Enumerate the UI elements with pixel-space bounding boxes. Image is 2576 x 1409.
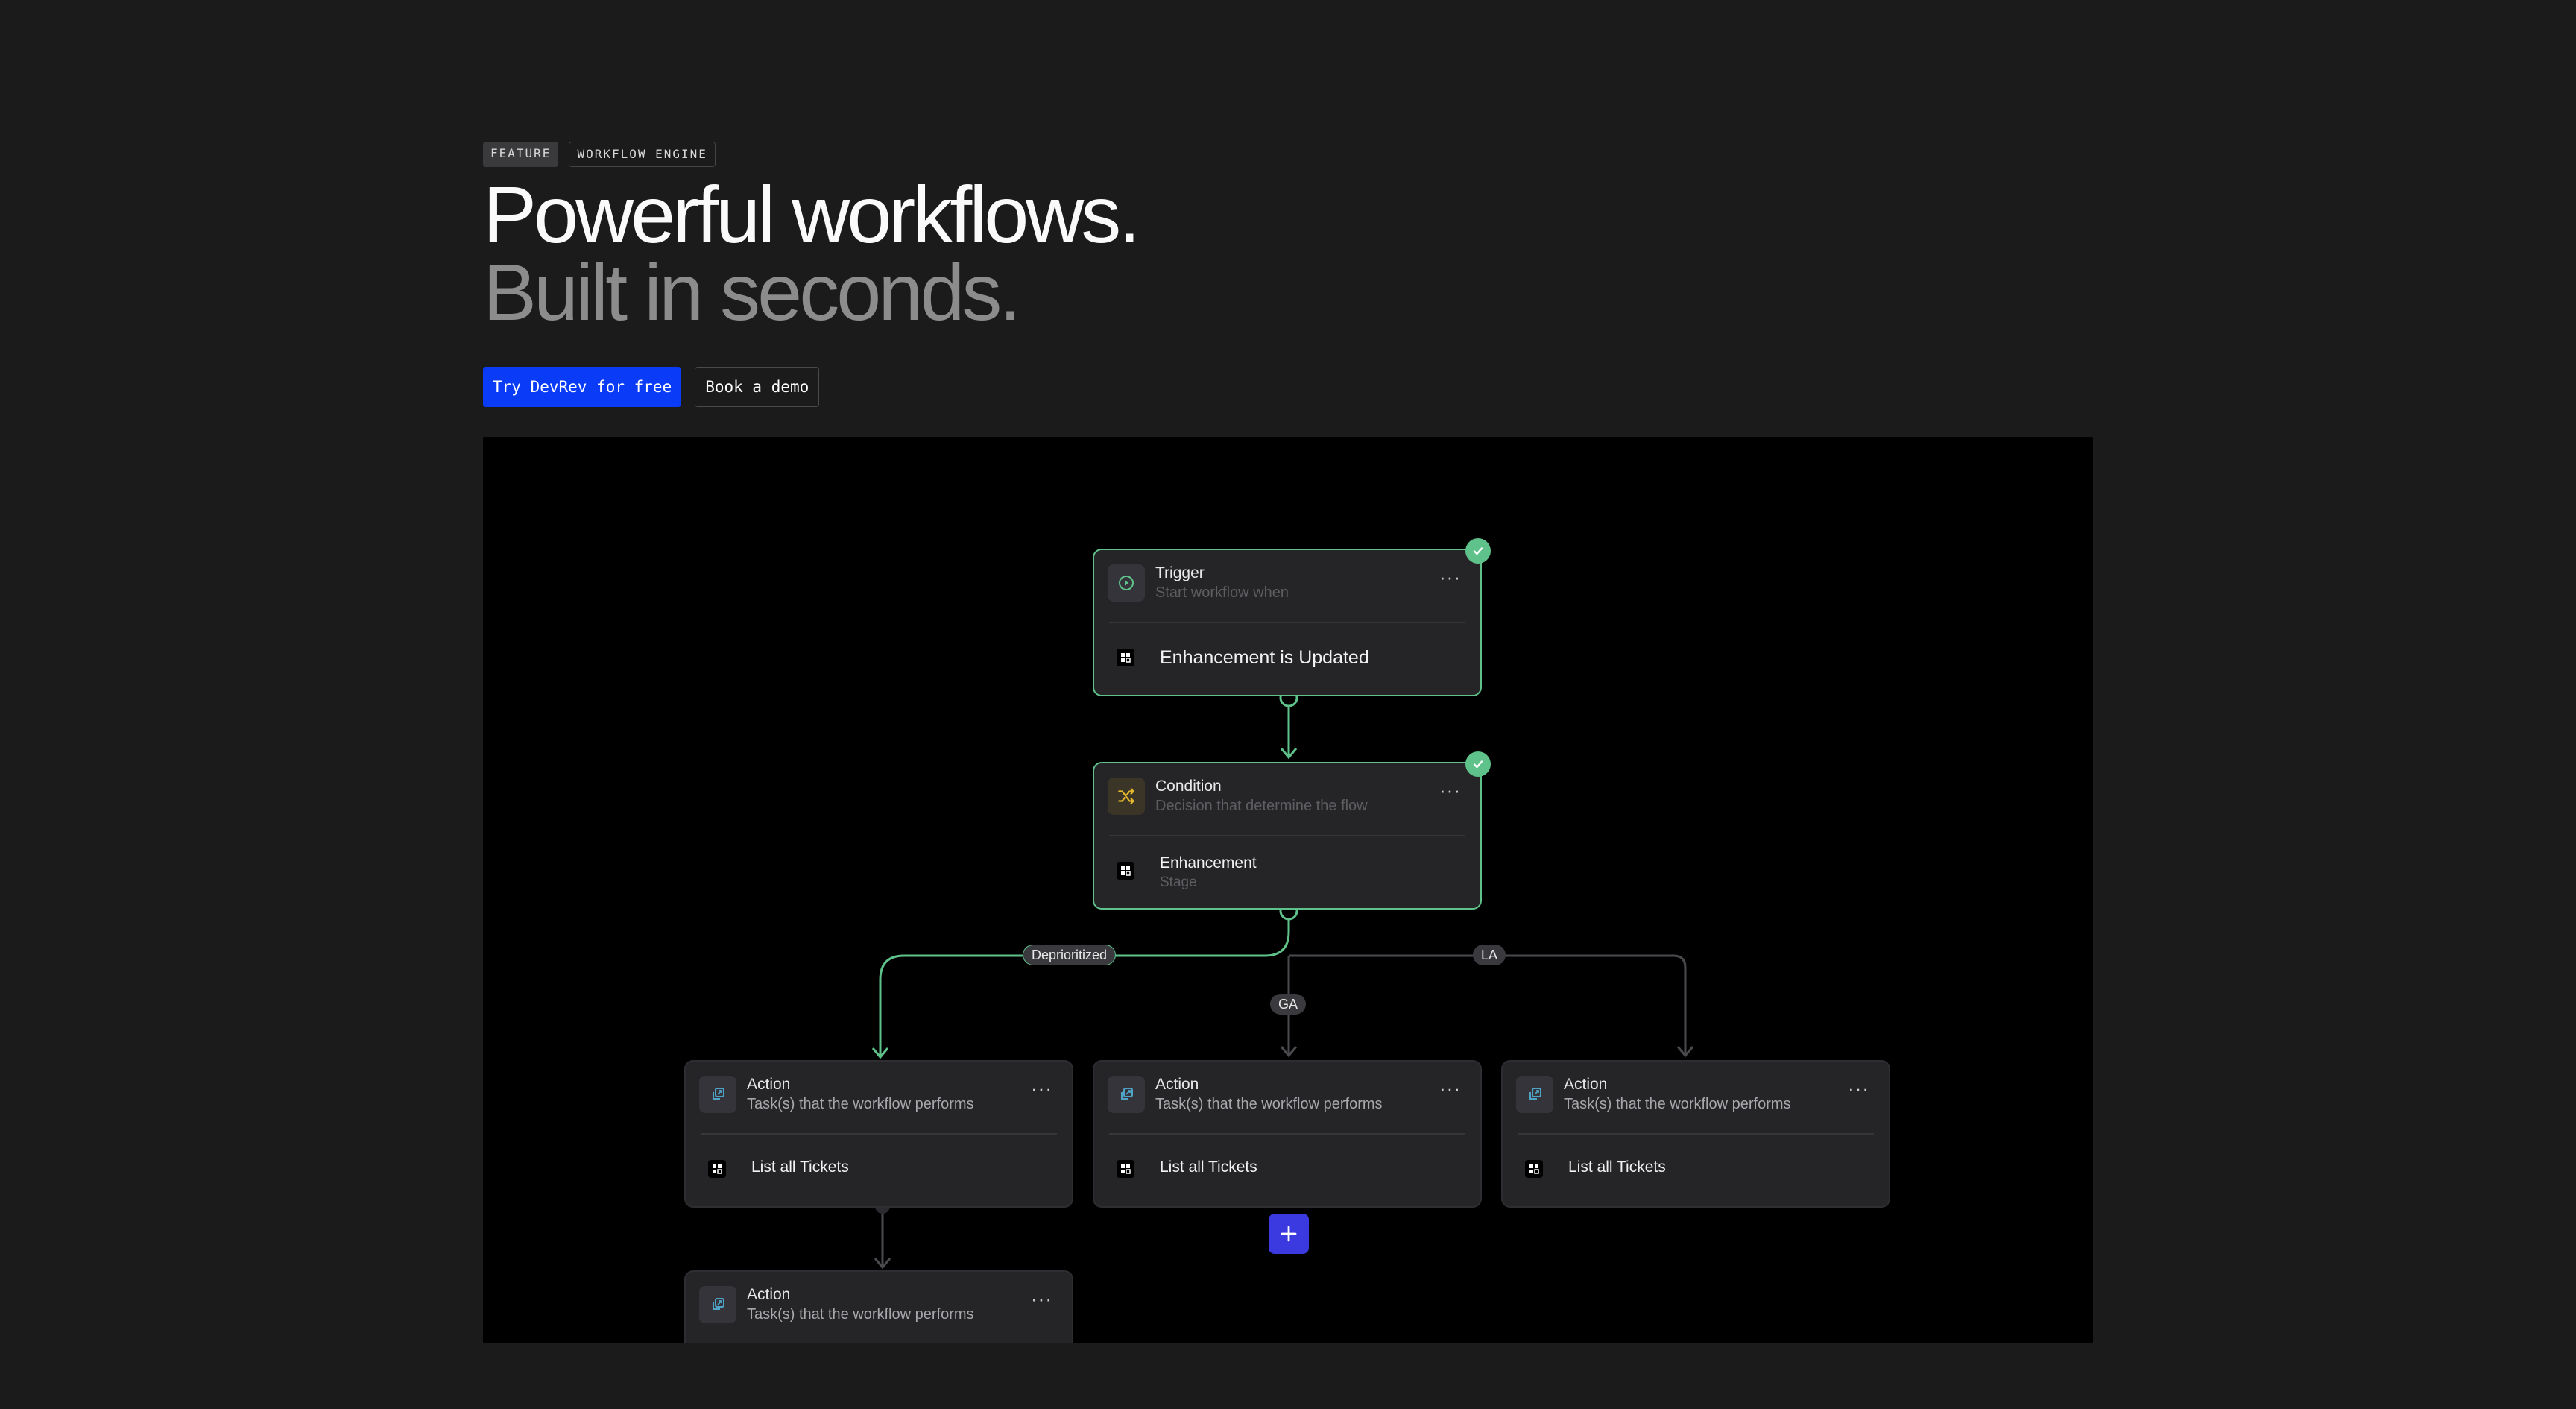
trigger-title: Trigger	[1155, 564, 1205, 581]
feature-tag: FEATURE	[483, 142, 559, 167]
action-title: Action	[747, 1286, 791, 1303]
page-title: Powerful workflows. Built in seconds.	[483, 169, 1140, 337]
divider	[1109, 835, 1465, 836]
check-icon	[1465, 751, 1491, 777]
divider	[1109, 1133, 1465, 1135]
condition-node[interactable]: Condition Decision that determine the fl…	[1093, 762, 1482, 910]
action-node-4[interactable]: Action Task(s) that the workflow perform…	[684, 1270, 1073, 1343]
action-icon	[699, 1286, 736, 1323]
action-subtitle: Task(s) that the workflow performs	[747, 1306, 974, 1323]
trigger-header: Trigger Start workflow when	[1108, 564, 1289, 602]
tag-list: FEATURE WORKFLOW ENGINE	[483, 142, 1137, 167]
cta-group: Try DevRev for free Book a demo	[483, 367, 1137, 407]
condition-subtitle: Decision that determine the flow	[1155, 798, 1368, 814]
action-icon	[1516, 1076, 1553, 1113]
action-task: List all Tickets	[1568, 1159, 1666, 1176]
trigger-body: Enhancement is Updated	[1117, 646, 1369, 669]
more-options-icon[interactable]: ···	[1439, 567, 1461, 587]
action-node-2[interactable]: Action Task(s) that the workflow perform…	[1093, 1060, 1482, 1208]
plus-icon	[1281, 1226, 1297, 1242]
action-icon	[699, 1076, 736, 1113]
action-task: List all Tickets	[1160, 1159, 1257, 1176]
deprioritized-connector	[879, 911, 1290, 1057]
action-task: List all Tickets	[751, 1159, 849, 1176]
trigger-subtitle: Start workflow when	[1155, 584, 1289, 601]
devrev-logo-icon	[708, 1160, 726, 1178]
action-node-1[interactable]: Action Task(s) that the workflow perform…	[684, 1060, 1073, 1208]
more-options-icon[interactable]: ···	[1031, 1079, 1052, 1098]
action-subtitle: Task(s) that the workflow performs	[747, 1096, 974, 1112]
play-circle-icon	[1108, 564, 1145, 602]
more-options-icon[interactable]: ···	[1439, 781, 1461, 800]
action-title: Action	[747, 1076, 791, 1093]
action-subtitle: Task(s) that the workflow performs	[1564, 1096, 1791, 1112]
branch-label-la[interactable]: LA	[1473, 945, 1506, 965]
condition-body: Enhancement Stage	[1117, 853, 1257, 892]
devrev-logo-icon	[1117, 1160, 1134, 1178]
divider	[1109, 622, 1465, 623]
branch-label-ga[interactable]: GA	[1270, 994, 1307, 1015]
trigger-node[interactable]: Trigger Start workflow when ··· Enhancem…	[1093, 549, 1482, 696]
title-line-2: Built in seconds.	[483, 247, 1021, 337]
more-options-icon[interactable]: ···	[1439, 1079, 1461, 1098]
divider	[1518, 1133, 1874, 1135]
devrev-logo-icon	[1117, 862, 1134, 880]
workflow-canvas: Trigger Start workflow when ··· Enhancem…	[483, 437, 2093, 1343]
book-demo-button[interactable]: Book a demo	[695, 367, 820, 407]
action-title: Action	[1155, 1076, 1199, 1093]
branch-label-deprioritized[interactable]: Deprioritized	[1023, 945, 1117, 965]
trigger-event: Enhancement is Updated	[1160, 647, 1369, 668]
devrev-logo-icon	[1525, 1160, 1543, 1178]
action-node-3[interactable]: Action Task(s) that the workflow perform…	[1501, 1060, 1890, 1208]
shuffle-icon	[1108, 778, 1145, 815]
add-step-button[interactable]	[1269, 1214, 1309, 1254]
action-icon	[1108, 1076, 1145, 1113]
la-connector	[1289, 954, 1687, 1056]
condition-field: Enhancement	[1160, 854, 1257, 871]
divider	[701, 1133, 1057, 1135]
try-devrev-button[interactable]: Try DevRev for free	[483, 367, 682, 407]
condition-title: Condition	[1155, 778, 1222, 795]
devrev-logo-icon	[1117, 649, 1134, 666]
condition-header: Condition Decision that determine the fl…	[1108, 777, 1368, 816]
action-subtitle: Task(s) that the workflow performs	[1155, 1096, 1383, 1112]
condition-field-sub: Stage	[1160, 874, 1197, 890]
more-options-icon[interactable]: ···	[1848, 1079, 1869, 1098]
hero-section: FEATURE WORKFLOW ENGINE Powerful workflo…	[483, 142, 1140, 407]
workflow-engine-tag: WORKFLOW ENGINE	[569, 142, 716, 167]
title-line-1: Powerful workflows.	[483, 169, 1140, 259]
check-icon	[1465, 538, 1491, 564]
action-title: Action	[1564, 1076, 1608, 1093]
more-options-icon[interactable]: ···	[1031, 1289, 1052, 1308]
